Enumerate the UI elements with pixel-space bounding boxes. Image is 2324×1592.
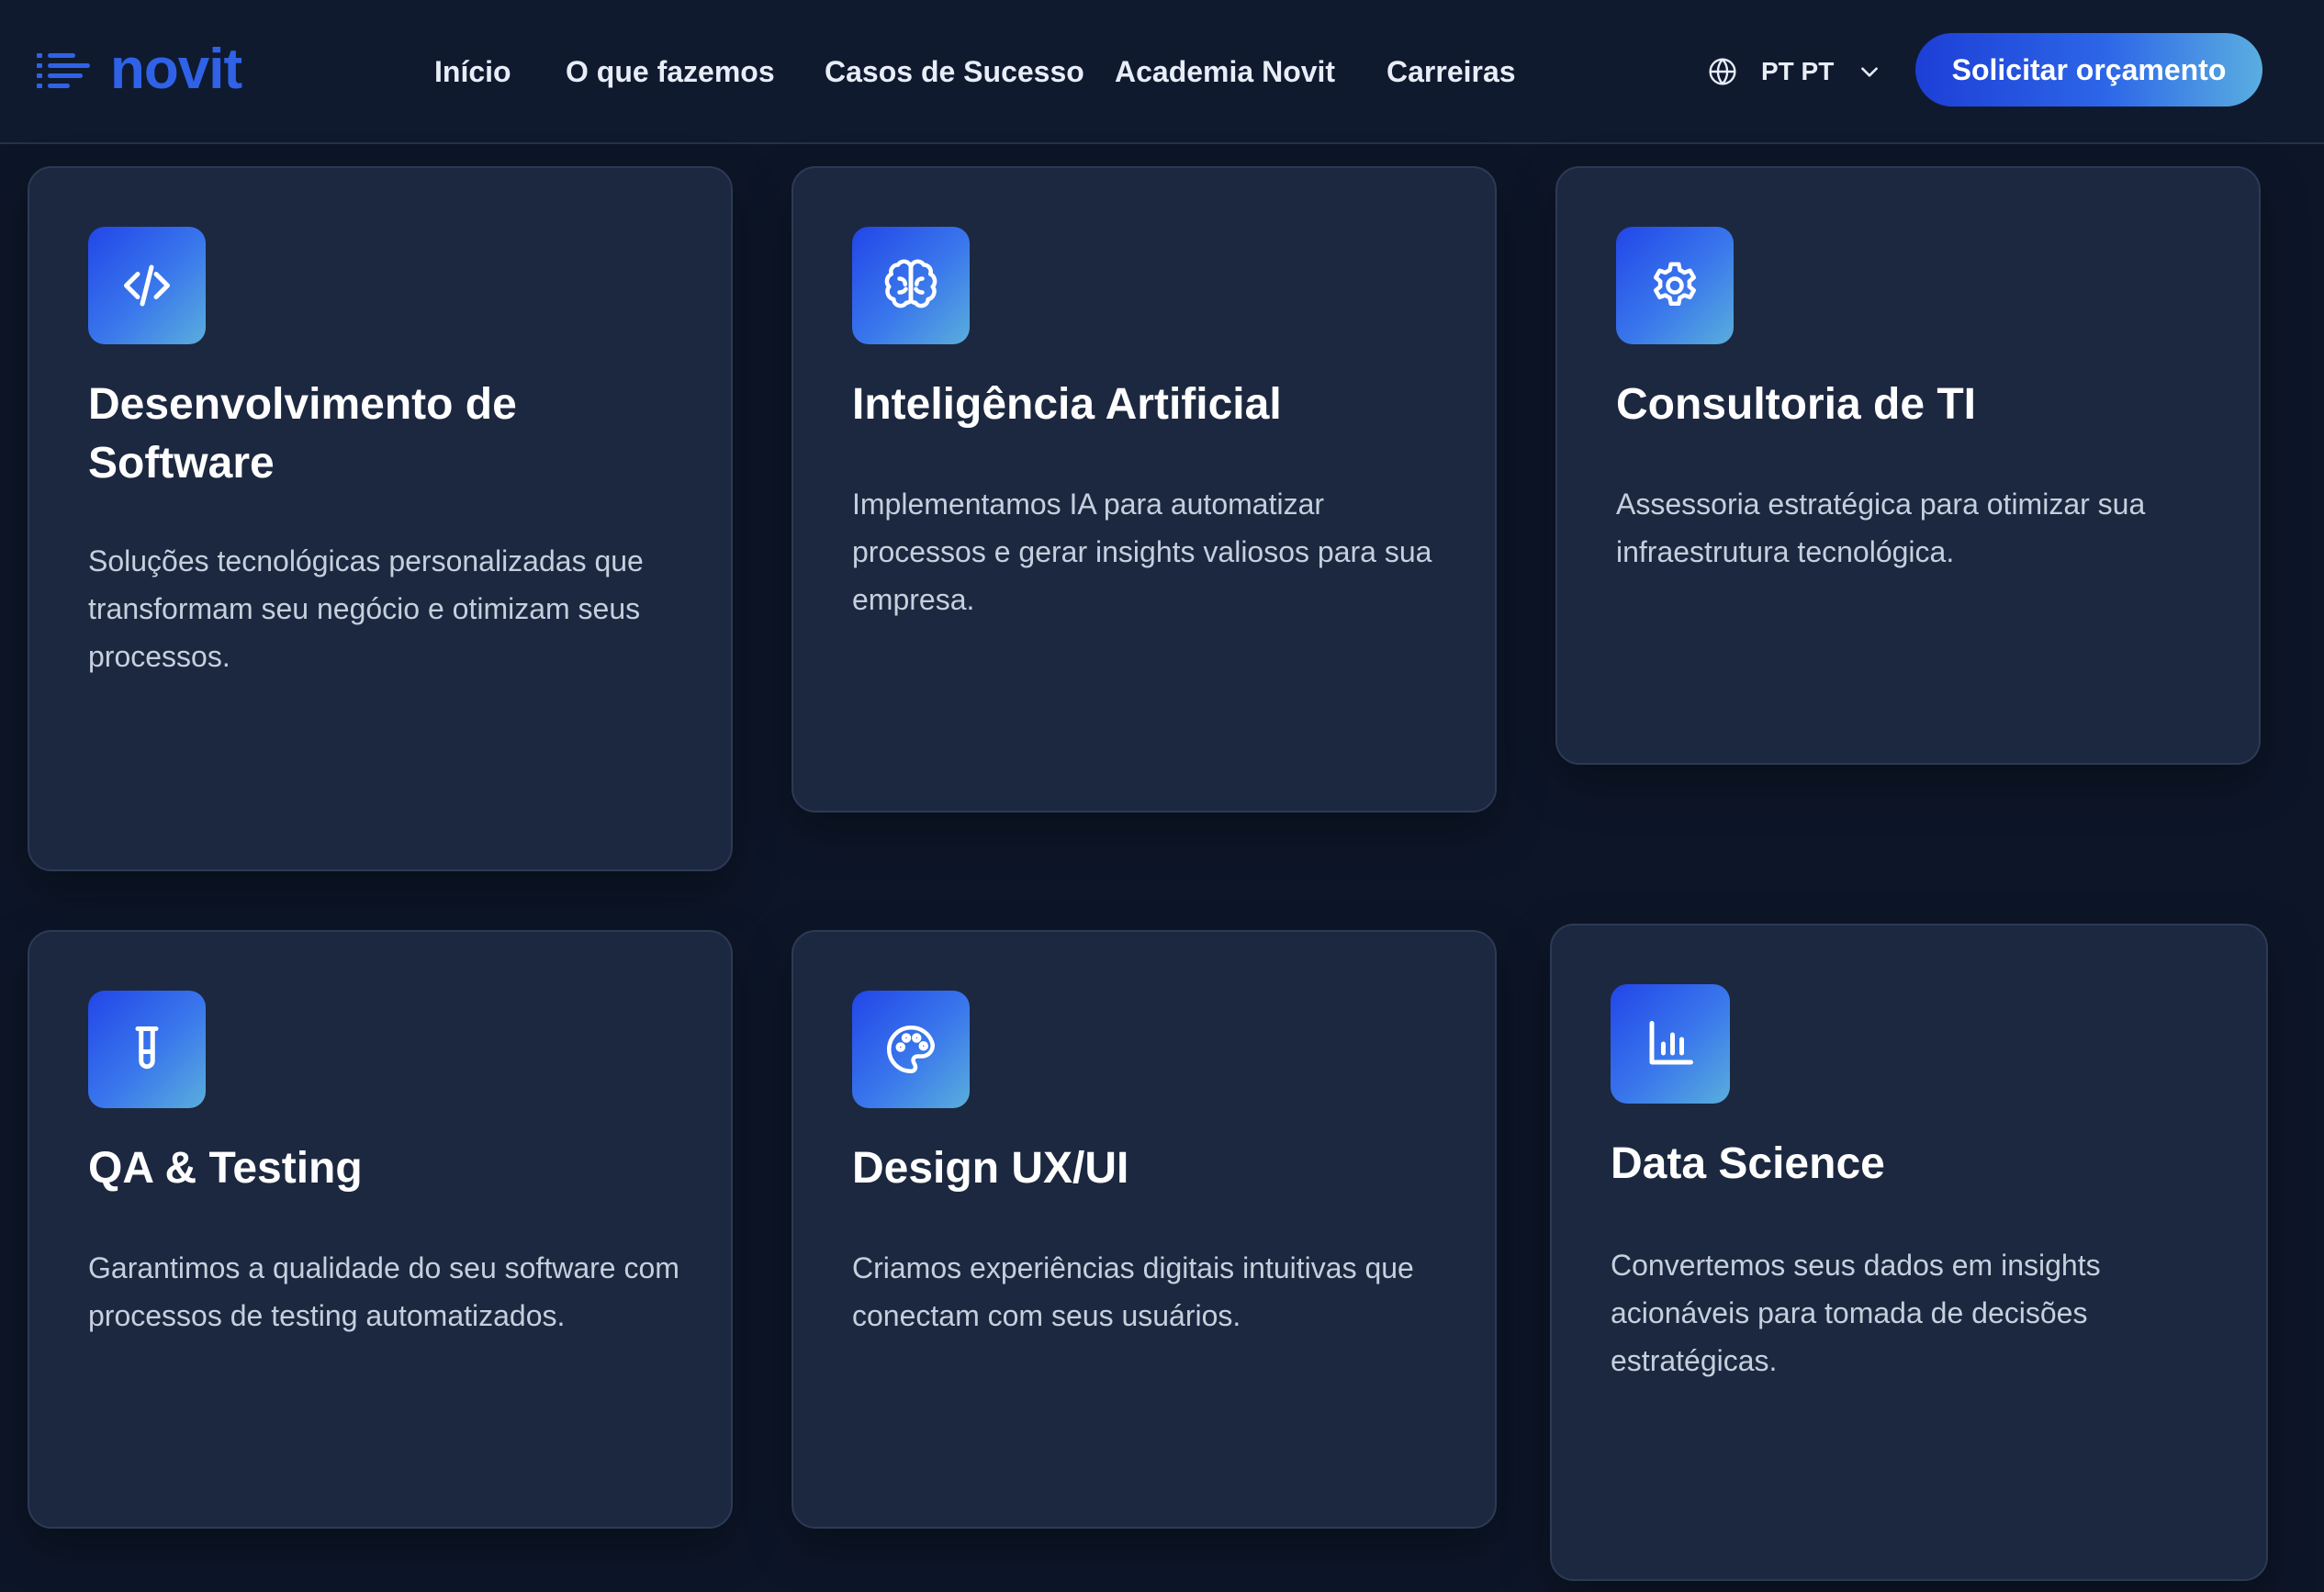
card-icon-badge bbox=[852, 991, 970, 1108]
language-label: PT PT bbox=[1761, 57, 1835, 85]
site-header: novit Início O que fazemos Casos de Suce… bbox=[0, 0, 2324, 144]
nav-item-carreiras[interactable]: Carreiras bbox=[1387, 37, 1516, 107]
card-description: Garantimos a qualidade do seu software c… bbox=[88, 1251, 679, 1332]
nav-item-o-que-fazemos[interactable]: O que fazemos bbox=[566, 37, 775, 107]
card-title: Desenvolvimento de Software bbox=[88, 380, 517, 488]
card-title: Data Science bbox=[1611, 1139, 1885, 1188]
service-card-data-science[interactable]: Data Science Convertemos seus dados em i… bbox=[1550, 924, 2268, 1581]
card-title: Design UX/UI bbox=[852, 1144, 1129, 1193]
brain-icon bbox=[884, 259, 937, 308]
service-card-qa[interactable]: QA & Testing Garantimos a qualidade do s… bbox=[28, 930, 733, 1529]
bar-chart-icon bbox=[1649, 1021, 1693, 1065]
test-tube-icon bbox=[135, 1026, 159, 1070]
card-icon-badge bbox=[852, 227, 970, 344]
card-description: Convertemos seus dados em insights acion… bbox=[1611, 1249, 2101, 1377]
card-description: Implementamos IA para automatizar proces… bbox=[852, 488, 1432, 616]
card-title: Inteligência Artificial bbox=[852, 380, 1282, 429]
card-description: Criamos experiências digitais intuitivas… bbox=[852, 1251, 1414, 1332]
logo-mark-icon bbox=[37, 53, 90, 88]
globe-icon bbox=[1709, 58, 1736, 85]
nav-item-casos-de-sucesso[interactable]: Casos de Sucesso bbox=[825, 37, 1084, 107]
page: novit Início O que fazemos Casos de Suce… bbox=[0, 0, 2324, 1592]
card-description: Assessoria estratégica para otimizar sua… bbox=[1616, 488, 2146, 568]
card-title: Consultoria de TI bbox=[1616, 380, 1977, 429]
nav-item-inicio[interactable]: Início bbox=[434, 37, 511, 107]
logo-text: novit bbox=[110, 38, 242, 101]
request-quote-button[interactable]: Solicitar orçamento bbox=[1915, 33, 2262, 107]
card-icon-badge bbox=[88, 991, 206, 1108]
card-icon-badge bbox=[88, 227, 206, 344]
gear-icon bbox=[1654, 262, 1696, 306]
card-icon-badge bbox=[1611, 984, 1730, 1104]
card-description: Soluções tecnológicas personalizadas que… bbox=[88, 544, 644, 673]
service-card-ai[interactable]: Inteligência Artificial Implementamos IA… bbox=[792, 166, 1497, 813]
service-card-design[interactable]: Design UX/UI Criamos experiências digita… bbox=[792, 930, 1497, 1529]
chevron-down-icon bbox=[1861, 67, 1879, 77]
service-card-consulting[interactable]: Consultoria de TI Assessoria estratégica… bbox=[1555, 166, 2261, 765]
logo[interactable]: novit bbox=[37, 33, 242, 107]
palette-icon bbox=[887, 1026, 935, 1073]
card-icon-badge bbox=[1616, 227, 1734, 344]
code-icon bbox=[124, 264, 170, 307]
service-card-software[interactable]: Desenvolvimento de Software Soluções tec… bbox=[28, 166, 733, 871]
nav-item-academia-novit[interactable]: Academia Novit bbox=[1115, 37, 1335, 107]
language-selector[interactable]: PT PT bbox=[1708, 37, 1881, 107]
card-title: QA & Testing bbox=[88, 1144, 363, 1193]
